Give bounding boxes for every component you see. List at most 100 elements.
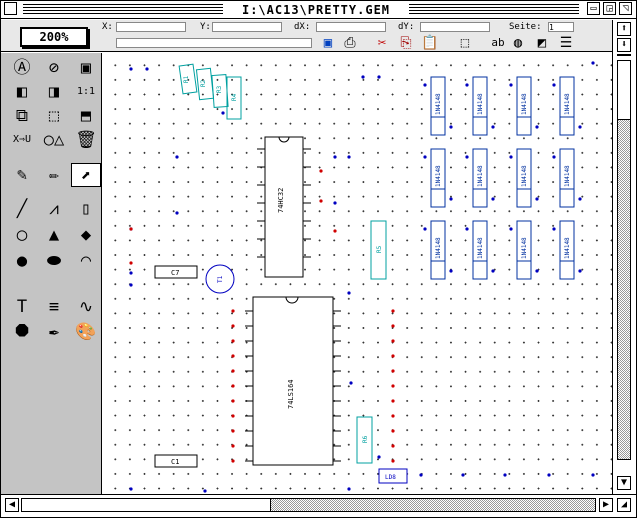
lead-dot [578,269,582,273]
paste-icon[interactable]: 📋 [420,34,440,52]
backdrop-box-icon[interactable]: ◲ [603,2,616,15]
pin-dot [391,354,395,358]
horizontal-scrollbar[interactable]: ◀ ▶ ◢ [1,494,636,517]
triangle-tool-icon[interactable]: ▲ [39,223,69,247]
eyedropper-icon[interactable]: ✎ [7,163,37,187]
line-tool-icon[interactable]: ╱ [7,197,37,221]
vertical-scroll-thumb[interactable] [617,60,631,120]
copy-icon[interactable]: ⎘ [396,34,416,52]
diode[interactable]: 1N4148 [516,220,532,280]
iconify-box-icon[interactable]: ▭ [587,2,600,15]
cut-icon[interactable]: ✂ [372,34,392,52]
zoom-button[interactable]: 200% [20,27,88,47]
ic-74hc32[interactable]: 74HC32 [264,136,304,278]
ellipse-filled-tool-icon[interactable]: ⬬ [39,249,69,273]
schematic-drawing[interactable]: R1 R2 R3 R4 74HC32 74LS164 C7 C1 T1 R5 R… [103,53,612,494]
transistor-t1[interactable]: T1 [205,264,235,294]
ungroup-icon[interactable]: ⬒ [71,104,101,128]
diode[interactable]: 1N4148 [559,220,575,280]
lead-dot [503,473,507,477]
save-icon[interactable]: ▣ [318,34,338,52]
resize-corner-icon[interactable]: ◢ [617,498,631,512]
diamond-tool-icon[interactable]: ◆ [71,223,101,247]
diode[interactable]: 1N4148 [430,220,446,280]
polyline-tool-icon[interactable]: ⩘ [39,197,69,221]
pin-dot [391,324,395,328]
octagon-tool-icon[interactable]: ⯃ [7,320,37,344]
lead-dot [461,473,465,477]
diode[interactable]: 1N4148 [472,220,488,280]
text-style-icon[interactable]: ab [488,34,508,52]
image-swap-icon[interactable]: ⧉ [7,104,37,128]
send-back-icon[interactable]: ◨ [39,80,69,104]
pin-dot [231,444,235,448]
resistor-r6-label: R6 [362,435,369,443]
scroll-down-arrow-icon[interactable]: ⬇ [617,38,631,52]
lead-dot [347,487,351,491]
ellipse-tool-icon[interactable]: ◯ [7,223,37,247]
no-text-icon[interactable]: ⊘ [39,56,69,80]
dx-field[interactable] [316,22,386,32]
fountain-pen-icon[interactable]: ✒ [39,320,69,344]
capacitor-c7[interactable]: C7 [154,265,198,279]
bring-front-icon[interactable]: ◧ [7,80,37,104]
bezier-tool-icon[interactable]: ∿ [71,295,101,319]
print-icon[interactable]: ⎙ [340,34,360,52]
gradient-icon[interactable]: ◩ [532,34,552,52]
lead-dot [361,75,365,79]
diode[interactable]: 1N4148 [516,148,532,208]
title-bar[interactable]: I:\AC13\PRETTY.GEM ▭ ◲ ◹ [1,1,636,19]
led-ld8[interactable]: LD8 [378,468,408,484]
dy-field[interactable] [420,22,490,32]
color-palette-icon[interactable]: 🎨 [71,320,101,344]
horizontal-scroll-thumb[interactable] [21,498,271,512]
resistor-r6[interactable]: R6 [356,416,373,464]
page-field[interactable]: 1 [548,22,574,32]
paragraph-tool-icon[interactable]: ≡ [39,295,69,319]
diode-label: 1N4148 [435,237,442,259]
diode[interactable]: 1N4148 [559,148,575,208]
crop-icon[interactable]: ⬚ [455,34,475,52]
resistor-array-top[interactable]: R1 R2 R3 R4 [178,63,242,120]
scroll-up-arrow-icon[interactable]: ⬆ [617,22,631,36]
diode[interactable]: 1N4148 [472,148,488,208]
lead-dot [129,271,133,275]
circle-filled-tool-icon[interactable]: ● [7,249,37,273]
xu-convert-icon[interactable]: X⇒U [7,128,37,152]
text-a-icon[interactable]: Ⓐ [7,56,37,80]
vertical-scrollbar[interactable]: ⬆ ⬇ ▼ [612,20,636,494]
scroll-right-icon[interactable]: ▶ [599,498,613,512]
arc-tool-icon[interactable]: ◠ [71,249,101,273]
x-field[interactable] [116,22,186,32]
rectangle-tool-icon[interactable]: ▯ [71,197,101,221]
shapes-icon[interactable]: ○△ [39,128,69,152]
diode[interactable]: 1N4148 [516,76,532,136]
text-tool-icon[interactable]: T [7,295,37,319]
scroll-left-icon[interactable]: ◀ [5,498,19,512]
diode[interactable]: 1N4148 [472,76,488,136]
pin-dot [129,227,133,231]
select-arrow-icon[interactable]: ⬈ [71,163,101,187]
capacitor-c1[interactable]: C1 [154,454,198,468]
group-icon[interactable]: ⬚ [39,104,69,128]
ic-74ls164[interactable]: 74LS164 [252,296,334,466]
diode[interactable]: 1N4148 [430,148,446,208]
resistor-r5[interactable]: R5 [370,220,387,280]
diode-label: 1N4148 [564,93,571,115]
trash-icon[interactable]: 🗑 [71,128,101,152]
zoom-1to1-button[interactable]: 1:1 [71,80,101,104]
picture-icon[interactable]: ▣ [71,56,101,80]
lead-dot [465,227,469,231]
fuller-box-icon[interactable]: ◹ [619,2,632,15]
drawing-canvas[interactable]: R1 R2 R3 R4 74HC32 74LS164 C7 C1 T1 R5 R… [103,53,612,494]
close-box-icon[interactable] [4,2,17,15]
pencil-icon[interactable]: ✏ [39,163,69,187]
y-field[interactable] [212,22,282,32]
line-style-icon[interactable]: ☰ [556,34,576,52]
vertical-scroll-track[interactable] [617,60,631,460]
diode[interactable]: 1N4148 [559,76,575,136]
diode[interactable]: 1N4148 [430,76,446,136]
palette-icon[interactable]: ◍ [508,34,528,52]
diode-label: 1N4148 [521,93,528,115]
scroll-down-icon[interactable]: ▼ [617,476,631,490]
